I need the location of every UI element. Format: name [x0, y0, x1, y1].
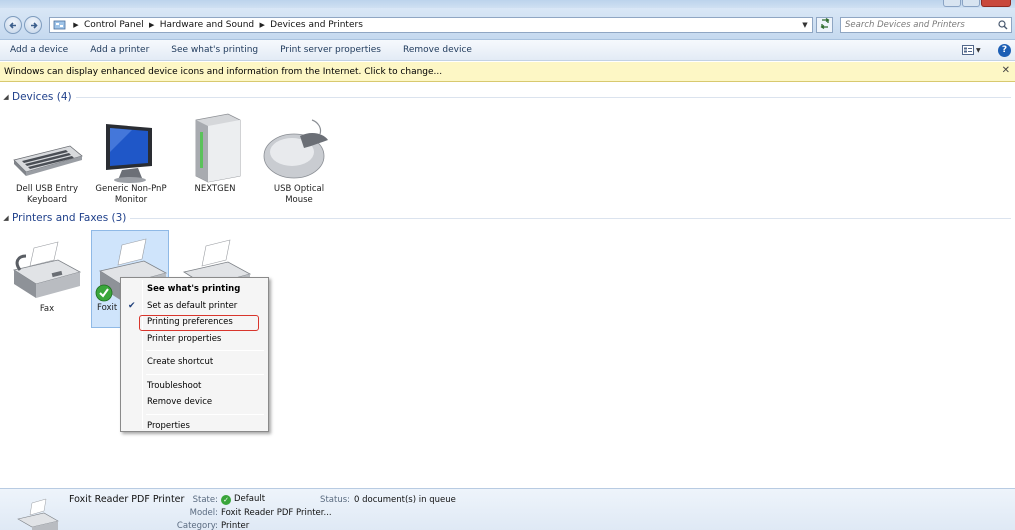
breadcrumb-devices-and-printers[interactable]: Devices and Printers: [267, 20, 366, 30]
device-name-line2: Mouse: [285, 195, 313, 205]
add-printer-button[interactable]: Add a printer: [79, 45, 160, 55]
checkmark-icon: ✔: [128, 300, 136, 311]
address-row: ▶ Control Panel ▶ Hardware and Sound ▶ D…: [0, 8, 1015, 40]
device-name-line2: Keyboard: [27, 195, 67, 205]
external-drive-icon: [176, 112, 254, 184]
window-controls: [943, 0, 1011, 7]
details-status-value: 0 document(s) in queue: [354, 495, 456, 505]
breadcrumb-separator[interactable]: ▶: [147, 21, 157, 29]
devices-section-header[interactable]: ◢ Devices (4): [0, 90, 1015, 104]
device-tile-mouse[interactable]: USB Optical Mouse: [260, 112, 338, 206]
menu-separator: [146, 373, 264, 375]
minimize-button[interactable]: [943, 0, 961, 7]
breadcrumb-separator[interactable]: ▶: [257, 21, 267, 29]
information-bar[interactable]: Windows can display enhanced device icon…: [0, 62, 1015, 82]
keyboard-icon: [8, 112, 86, 184]
details-category-label: Category:: [176, 521, 218, 530]
search-box[interactable]: [840, 17, 1012, 33]
breadcrumb-hardware-and-sound[interactable]: Hardware and Sound: [157, 20, 257, 30]
change-view-icon[interactable]: ▼: [962, 43, 984, 57]
device-tile-nextgen[interactable]: NEXTGEN: [176, 112, 254, 195]
device-name-line1: NEXTGEN: [194, 184, 236, 194]
device-tile-monitor[interactable]: Generic Non-PnP Monitor: [92, 112, 170, 206]
details-status-label: Status:: [320, 495, 350, 505]
menu-item-set-as-default-printer[interactable]: ✔ Set as default printer: [121, 298, 268, 315]
details-model-label: Model:: [189, 508, 218, 518]
printer-name-line1: Fax: [39, 304, 55, 314]
forward-arrow-icon: [31, 22, 38, 29]
printers-section-header[interactable]: ◢ Printers and Faxes (3): [0, 211, 1015, 225]
close-icon[interactable]: ✕: [1002, 65, 1010, 76]
see-whats-printing-button[interactable]: See what's printing: [160, 45, 269, 55]
maximize-button[interactable]: [962, 0, 980, 7]
address-bar[interactable]: ▶ Control Panel ▶ Hardware and Sound ▶ D…: [49, 17, 813, 33]
collapse-triangle-icon[interactable]: ◢: [0, 93, 12, 101]
device-name-line1: Generic Non-PnP: [95, 184, 167, 194]
context-menu: See what's printing ✔ Set as default pri…: [120, 277, 269, 432]
menu-item-printing-preferences[interactable]: Printing preferences: [121, 314, 268, 331]
details-model-value: Foxit Reader PDF Printer...: [221, 508, 332, 518]
device-name-line1: USB Optical: [273, 184, 325, 194]
print-server-properties-button[interactable]: Print server properties: [269, 45, 392, 55]
details-state-value: ✓ Default: [221, 494, 265, 505]
details-state-text: Default: [234, 494, 266, 504]
control-panel-icon: [53, 20, 66, 30]
refresh-button[interactable]: [816, 17, 833, 33]
devices-section-label: Devices (4): [12, 91, 72, 103]
window-title-strip: [0, 0, 1015, 8]
monitor-icon: [92, 112, 170, 184]
section-divider: [130, 217, 1011, 219]
menu-item-printer-properties[interactable]: Printer properties: [121, 331, 268, 348]
add-device-button[interactable]: Add a device: [0, 45, 79, 55]
view-grid-icon: [962, 45, 974, 55]
menu-item-see-whats-printing[interactable]: See what's printing: [121, 281, 268, 298]
device-name-line1: Dell USB Entry: [16, 184, 78, 194]
menu-item-remove-device[interactable]: Remove device: [121, 394, 268, 411]
breadcrumb-separator[interactable]: ▶: [71, 21, 81, 29]
details-pane: Foxit Reader PDF Printer State: ✓ Default…: [0, 488, 1015, 530]
details-state-label: State:: [192, 495, 218, 505]
menu-item-troubleshoot[interactable]: Troubleshoot: [121, 378, 268, 395]
collapse-triangle-icon[interactable]: ◢: [0, 214, 12, 222]
close-window-button[interactable]: [981, 0, 1011, 7]
menu-separator: [146, 350, 264, 351]
infobar-text[interactable]: Windows can display enhanced device icon…: [0, 67, 442, 77]
device-tile-keyboard[interactable]: Dell USB Entry Keyboard: [8, 112, 86, 206]
device-name-line2: Monitor: [114, 195, 148, 205]
refresh-icon: [819, 18, 830, 29]
ok-check-icon: ✓: [221, 495, 231, 505]
address-dropdown-icon[interactable]: ▼: [798, 18, 812, 32]
search-input[interactable]: [841, 18, 995, 32]
mouse-icon: [260, 112, 338, 184]
fax-icon: [8, 232, 86, 304]
remove-device-button[interactable]: Remove device: [392, 45, 483, 55]
menu-item-properties[interactable]: Properties: [121, 418, 268, 435]
menu-item-create-shortcut[interactable]: Create shortcut: [121, 354, 268, 371]
menu-item-label: Set as default printer: [147, 300, 238, 311]
view-dropdown-icon[interactable]: ▼: [976, 47, 981, 54]
forward-button[interactable]: [24, 16, 42, 34]
back-arrow-icon: [9, 22, 16, 29]
section-divider: [75, 96, 1011, 98]
search-icon[interactable]: [998, 20, 1008, 30]
printer-thumbnail-icon: [17, 498, 59, 530]
back-button[interactable]: [4, 16, 22, 34]
printers-section-label: Printers and Faxes (3): [12, 212, 127, 224]
printer-tile-fax[interactable]: Fax: [8, 232, 86, 315]
command-bar: Add a device Add a printer See what's pr…: [0, 40, 1015, 61]
details-category-value: Printer: [221, 521, 250, 530]
menu-separator: [146, 413, 264, 415]
help-icon[interactable]: ?: [998, 43, 1011, 57]
breadcrumb-control-panel[interactable]: Control Panel: [81, 20, 147, 30]
